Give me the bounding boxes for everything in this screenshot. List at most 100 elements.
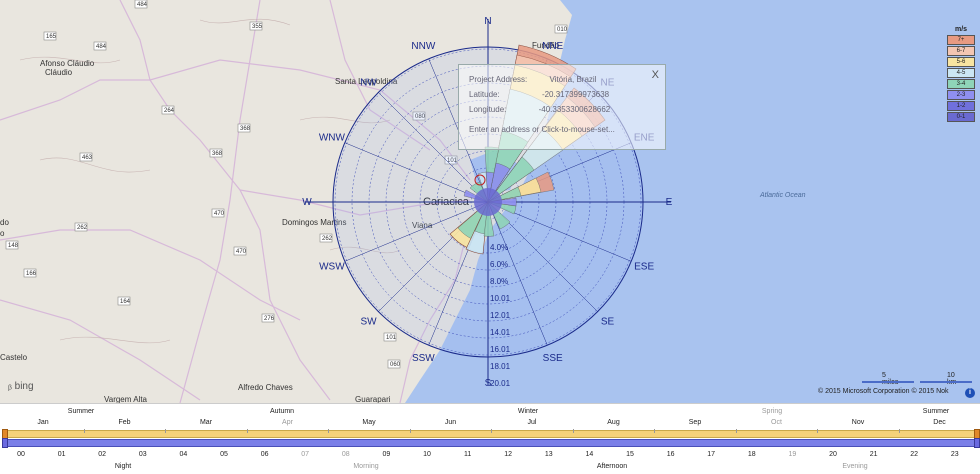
- month-label[interactable]: Mar: [200, 419, 212, 426]
- month-label[interactable]: Apr: [282, 419, 293, 426]
- popup-address-label: Project Address:: [469, 75, 528, 84]
- svg-text:060: 060: [390, 362, 401, 368]
- hour-label[interactable]: 09: [382, 451, 390, 458]
- hour-label[interactable]: 20: [829, 451, 837, 458]
- legend-items: 7+ 6-7 5-6 4-5 3-4 2-3 1-2 0-1: [947, 35, 975, 122]
- month-label[interactable]: Feb: [118, 419, 130, 426]
- rose-pct-label: 14.01: [490, 328, 511, 337]
- popup-close-button[interactable]: X: [652, 69, 659, 81]
- rose-pct-label: 6.0%: [490, 260, 508, 269]
- ocean-label: Atlantic Ocean: [759, 192, 806, 199]
- svg-text:470: 470: [214, 211, 225, 217]
- hour-range-slider[interactable]: [2, 438, 980, 448]
- svg-text:262: 262: [77, 225, 88, 231]
- month-label[interactable]: Oct: [771, 419, 782, 426]
- legend-swatch: 5-6: [947, 57, 975, 67]
- svg-text:276: 276: [264, 316, 275, 322]
- hour-label[interactable]: 14: [585, 451, 593, 458]
- hour-label[interactable]: 18: [748, 451, 756, 458]
- rose-dir-sse: SSE: [543, 353, 563, 364]
- hour-label[interactable]: 08: [342, 451, 350, 458]
- popup-longitude-row: Longitude: -40.3353300628662: [469, 105, 610, 114]
- place-o: o: [0, 229, 5, 238]
- popup-address-value[interactable]: Vitória, Brazil: [549, 75, 596, 84]
- svg-text:264: 264: [164, 108, 175, 114]
- map-view[interactable]: Afonso Cláudio Cláudio Santa Leopoldina …: [0, 0, 980, 403]
- daypart-label: Morning: [353, 463, 379, 470]
- hour-label[interactable]: 16: [667, 451, 675, 458]
- hour-label[interactable]: 13: [545, 451, 553, 458]
- rose-pct-label: 8.0%: [490, 277, 508, 286]
- hour-label[interactable]: 15: [626, 451, 634, 458]
- rose-pct-label: 16.01: [490, 345, 511, 354]
- month-label[interactable]: Aug: [607, 419, 619, 426]
- month-tick: [572, 429, 574, 433]
- month-tick: [83, 429, 85, 433]
- hour-label[interactable]: 07: [301, 451, 309, 458]
- hour-label[interactable]: 10: [423, 451, 431, 458]
- month-label[interactable]: May: [362, 419, 375, 426]
- hour-label[interactable]: 19: [788, 451, 796, 458]
- month-tick: [817, 429, 819, 433]
- hour-label[interactable]: 03: [139, 451, 147, 458]
- popup-latitude-label: Latitude:: [469, 90, 500, 99]
- month-label[interactable]: Dec: [933, 419, 945, 426]
- season-label: Summer: [922, 408, 950, 415]
- hour-label[interactable]: 00: [17, 451, 25, 458]
- scale-miles: 5 miles: [882, 372, 898, 386]
- daypart-label: Afternoon: [596, 463, 628, 470]
- month-label[interactable]: Sep: [689, 419, 701, 426]
- rose-dir-nnw: NNW: [411, 41, 435, 52]
- scale-bar-km: [920, 381, 972, 383]
- place-do: do: [0, 218, 9, 227]
- season-label: Autumn: [269, 408, 295, 415]
- hour-label[interactable]: 17: [707, 451, 715, 458]
- scale-bar-miles: [862, 381, 914, 383]
- rose-dir-se: SE: [601, 317, 615, 328]
- month-label[interactable]: Jan: [37, 419, 48, 426]
- svg-text:463: 463: [82, 155, 93, 161]
- rose-dir-sw: SW: [360, 317, 377, 328]
- hour-slider-end-handle[interactable]: [974, 438, 980, 448]
- season-label: Winter: [517, 408, 539, 415]
- month-label[interactable]: Jun: [445, 419, 456, 426]
- month-tick: [735, 429, 737, 433]
- project-info-popup: X Project Address: Vitória, Brazil Latit…: [458, 64, 666, 150]
- hour-label[interactable]: 01: [58, 451, 66, 458]
- hour-label[interactable]: 21: [870, 451, 878, 458]
- bing-logo: ᵦ bing: [8, 381, 34, 392]
- hour-label[interactable]: 04: [179, 451, 187, 458]
- month-tick: [491, 429, 493, 433]
- daypart-label: Night: [114, 463, 132, 470]
- svg-text:164: 164: [120, 299, 131, 305]
- svg-text:262: 262: [322, 236, 333, 242]
- legend-swatch: 0-1: [947, 112, 975, 122]
- hour-label[interactable]: 11: [464, 451, 471, 458]
- wind-speed-legend: m/s 7+ 6-7 5-6 4-5 3-4 2-3 1-2 0-1: [947, 26, 975, 123]
- popup-longitude-value[interactable]: -40.3353300628662: [539, 105, 611, 114]
- popup-enter-address-hint[interactable]: Enter an address or Click-to-mouse-set..…: [469, 125, 615, 134]
- place-afonso: Afonso Cláudio: [40, 59, 95, 68]
- rose-percent-labels: 4.0% 6.0% 8.0% 10.01 12.01 14.01 16.01 18.01 20.…: [490, 243, 511, 388]
- month-label[interactable]: Nov: [852, 419, 864, 426]
- popup-latitude-row: Latitude: -20.317399973638: [469, 90, 609, 99]
- map-canvas[interactable]: Afonso Cláudio Cláudio Santa Leopoldina …: [0, 0, 980, 403]
- hour-slider-start-handle[interactable]: [2, 438, 8, 448]
- popup-latitude-value[interactable]: -20.317399973638: [542, 90, 609, 99]
- legend-title: m/s: [954, 26, 968, 33]
- hour-label[interactable]: 06: [261, 451, 269, 458]
- hour-label[interactable]: 12: [504, 451, 512, 458]
- place-vargem-alta: Vargem Alta: [104, 395, 148, 403]
- svg-text:010: 010: [557, 27, 568, 33]
- hour-label[interactable]: 02: [98, 451, 106, 458]
- hour-label[interactable]: 22: [910, 451, 918, 458]
- month-label[interactable]: Jul: [528, 419, 537, 426]
- season-label: Summer: [67, 408, 95, 415]
- scale-km: 10 km: [947, 372, 956, 386]
- info-icon[interactable]: i: [965, 388, 975, 398]
- hour-label[interactable]: 23: [951, 451, 959, 458]
- hour-label[interactable]: 05: [220, 451, 228, 458]
- popup-address-row: Project Address: Vitória, Brazil: [469, 75, 596, 84]
- svg-text:355: 355: [252, 24, 263, 30]
- month-tick: [165, 429, 167, 433]
